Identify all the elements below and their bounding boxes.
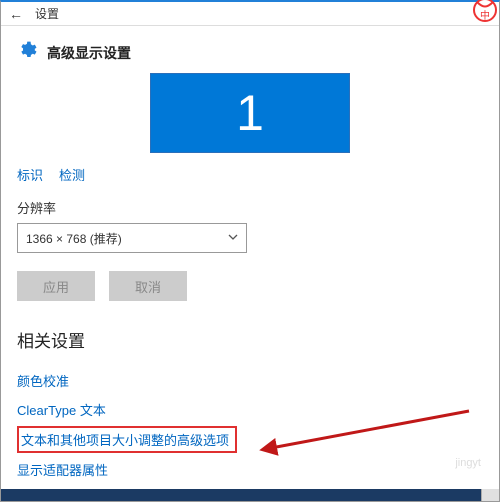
page-title: 高级显示设置 — [47, 43, 131, 63]
resolution-value: 1366 × 768 (推荐) — [26, 230, 122, 247]
taskbar — [1, 489, 499, 501]
watermark: jingyt — [455, 457, 481, 469]
monitor-tile-1[interactable]: 1 — [150, 73, 350, 153]
external-badge: 中 — [473, 0, 497, 22]
taskbar-corner — [481, 489, 499, 501]
cleartype-link[interactable]: ClearType 文本 — [17, 395, 483, 424]
resolution-label: 分辨率 — [17, 198, 483, 217]
resolution-select[interactable]: 1366 × 768 (推荐) — [17, 223, 247, 253]
titlebar: ← 设置 — [1, 2, 499, 26]
svg-text:中: 中 — [480, 9, 490, 22]
titlebar-title: 设置 — [35, 5, 59, 22]
chevron-down-icon — [228, 231, 238, 245]
cancel-button: 取消 — [109, 271, 187, 301]
apply-button: 应用 — [17, 271, 95, 301]
identify-link[interactable]: 标识 — [17, 165, 43, 184]
related-settings-title: 相关设置 — [17, 321, 483, 366]
detect-link[interactable]: 检测 — [59, 165, 85, 184]
monitor-preview-panel: 1 — [17, 73, 483, 155]
page-header: 高级显示设置 — [1, 26, 499, 73]
advanced-sizing-link[interactable]: 文本和其他项目大小调整的高级选项 — [21, 430, 229, 449]
color-calibration-link[interactable]: 颜色校准 — [17, 366, 483, 395]
monitor-number: 1 — [236, 84, 264, 142]
highlight-box: 文本和其他项目大小调整的高级选项 — [17, 426, 237, 453]
display-adapter-link[interactable]: 显示适配器属性 — [17, 455, 483, 484]
back-icon[interactable]: ← — [9, 6, 23, 22]
gear-icon — [17, 40, 37, 65]
